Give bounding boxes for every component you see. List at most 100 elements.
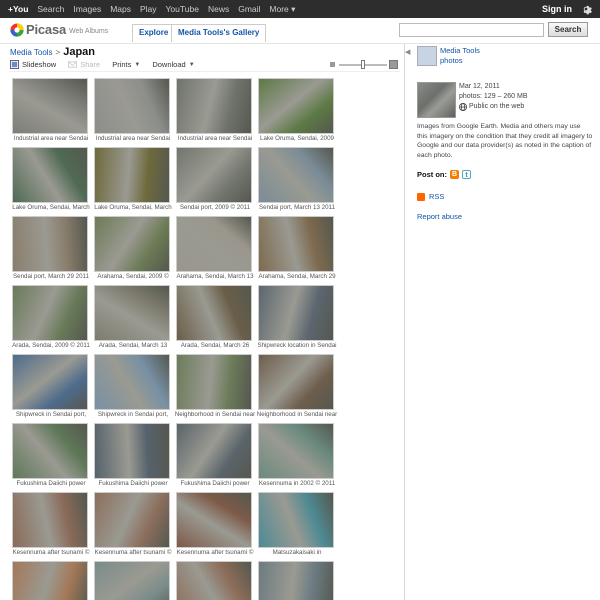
photo-tile[interactable]	[10, 561, 92, 600]
share-button[interactable]: Share	[68, 60, 100, 69]
search-button[interactable]: Search	[548, 22, 588, 37]
photo-thumbnail[interactable]	[94, 561, 170, 600]
photo-tile[interactable]	[174, 561, 256, 600]
photo-thumbnail[interactable]	[12, 147, 88, 203]
photo-thumbnail[interactable]	[12, 423, 88, 479]
photo-tile[interactable]: Arahama, Sendai, 2009 ©	[92, 216, 174, 281]
photo-thumbnail[interactable]	[176, 561, 252, 600]
sidebar-divider	[404, 44, 405, 600]
google-bar-link[interactable]: More ▾	[269, 4, 295, 15]
photo-thumbnail[interactable]	[94, 423, 170, 479]
photo-tile[interactable]	[256, 561, 338, 600]
photo-tile[interactable]: Arada, Sendai, 2009 © 2011	[10, 285, 92, 350]
photo-caption: Sendai port, March 29 2011	[13, 273, 89, 280]
twitter-icon[interactable]: t	[462, 170, 471, 179]
photo-thumbnail[interactable]	[94, 354, 170, 410]
photo-thumbnail[interactable]	[258, 216, 334, 272]
collapse-sidebar-icon[interactable]: ◀	[405, 48, 410, 56]
search-input[interactable]	[399, 23, 544, 37]
thumbnail-size-slider[interactable]	[330, 60, 400, 70]
photo-tile[interactable]: Arahama, Sendai, March 13	[174, 216, 256, 281]
google-bar-link[interactable]: +You	[8, 4, 28, 14]
photo-tile[interactable]: Sendai port, March 29 2011	[10, 216, 92, 281]
photo-thumbnail[interactable]	[94, 285, 170, 341]
photo-tile[interactable]: Arahama, Sendai, March 29	[256, 216, 338, 281]
photo-tile[interactable]: Neighborhood in Sendai near	[256, 354, 338, 419]
photo-tile[interactable]: Shipwreck in Sendai port,	[92, 354, 174, 419]
photo-tile[interactable]: Matsuzakaisaki in	[256, 492, 338, 557]
photo-thumbnail[interactable]	[258, 492, 334, 548]
rss-link[interactable]: RSS	[417, 192, 444, 201]
photo-tile[interactable]: Sendai port, 2009 © 2011	[174, 147, 256, 212]
google-bar-link[interactable]: Maps	[110, 4, 131, 14]
photo-thumbnail[interactable]	[12, 285, 88, 341]
photo-thumbnail[interactable]	[12, 216, 88, 272]
google-bar-link[interactable]: Images	[73, 4, 101, 14]
photo-thumbnail[interactable]	[94, 492, 170, 548]
breadcrumb-parent-link[interactable]: Media Tools	[10, 48, 53, 57]
photo-thumbnail[interactable]	[176, 78, 252, 134]
sign-in-link[interactable]: Sign in	[542, 4, 572, 14]
photo-tile[interactable]	[92, 561, 174, 600]
photo-tile[interactable]: Neighborhood in Sendai near	[174, 354, 256, 419]
small-thumbnail-icon[interactable]	[330, 62, 335, 67]
owner-name-link[interactable]: Media Tools	[440, 46, 480, 56]
photo-thumbnail[interactable]	[176, 147, 252, 203]
photo-thumbnail[interactable]	[12, 354, 88, 410]
photo-thumbnail[interactable]	[176, 423, 252, 479]
photo-tile[interactable]: Industrial area near Sendai	[92, 78, 174, 143]
photo-tile[interactable]: Kesennuma after tsunami ©	[92, 492, 174, 557]
photo-thumbnail[interactable]	[94, 78, 170, 134]
photo-thumbnail[interactable]	[258, 285, 334, 341]
photo-thumbnail[interactable]	[12, 561, 88, 600]
photo-tile[interactable]: Industrial area near Sendai	[10, 78, 92, 143]
prints-menu[interactable]: Prints ▼	[112, 60, 140, 69]
photo-tile[interactable]: Lake Oruma, Sendai, March	[92, 147, 174, 212]
photo-tile[interactable]: Fukushima Daiichi power	[10, 423, 92, 488]
picasa-logo[interactable]: Picasa Web Albums	[10, 22, 108, 37]
photo-thumbnail[interactable]	[176, 492, 252, 548]
photo-thumbnail[interactable]	[176, 216, 252, 272]
photo-tile[interactable]: Fukushima Daiichi power	[174, 423, 256, 488]
google-bar-link[interactable]: Play	[140, 4, 157, 14]
photo-thumbnail[interactable]	[12, 492, 88, 548]
photo-tile[interactable]: Arada, Sendai, March 13	[92, 285, 174, 350]
photo-thumbnail[interactable]	[258, 561, 334, 600]
photo-tile[interactable]: Sendai port, March 13 2011	[256, 147, 338, 212]
google-bar-link[interactable]: Search	[37, 4, 64, 14]
photo-tile[interactable]: Shipwreck location in Sendai	[256, 285, 338, 350]
owner-photos-link[interactable]: photos	[440, 56, 480, 66]
google-bar-link[interactable]: Gmail	[238, 4, 260, 14]
photo-tile[interactable]: Shipwreck in Sendai port,	[10, 354, 92, 419]
google-bar-link[interactable]: News	[208, 4, 229, 14]
large-thumbnail-icon[interactable]	[389, 60, 398, 69]
photo-thumbnail[interactable]	[258, 78, 334, 134]
photo-tile[interactable]: Kesennuma in 2002 © 2011	[256, 423, 338, 488]
album-cover-thumbnail[interactable]	[417, 82, 456, 118]
photo-thumbnail[interactable]	[176, 285, 252, 341]
slideshow-button[interactable]: Slideshow	[10, 60, 56, 69]
photo-thumbnail[interactable]	[12, 78, 88, 134]
photo-thumbnail[interactable]	[258, 423, 334, 479]
photo-thumbnail[interactable]	[94, 147, 170, 203]
slider-handle[interactable]	[361, 60, 365, 69]
photo-tile[interactable]: Kesennuma after tsunami ©	[174, 492, 256, 557]
photo-tile[interactable]: Fukushima Daiichi power	[92, 423, 174, 488]
photo-tile[interactable]: Lake Oruma, Sendai, March	[10, 147, 92, 212]
report-abuse-link[interactable]: Report abuse	[417, 212, 462, 221]
tab-gallery[interactable]: Media Tools's Gallery	[171, 24, 267, 42]
tab-explore[interactable]: Explore	[132, 24, 176, 42]
blogger-icon[interactable]: B	[450, 170, 459, 179]
photo-thumbnail[interactable]	[258, 354, 334, 410]
photo-tile[interactable]: Industrial area near Sendai	[174, 78, 256, 143]
photo-thumbnail[interactable]	[94, 216, 170, 272]
photo-thumbnail[interactable]	[176, 354, 252, 410]
google-bar-link[interactable]: YouTube	[166, 4, 199, 14]
photo-tile[interactable]: Arada, Sendai, March 26	[174, 285, 256, 350]
photo-tile[interactable]: Kesennuma after tsunami ©	[10, 492, 92, 557]
photo-thumbnail[interactable]	[258, 147, 334, 203]
download-menu[interactable]: Download ▼	[152, 60, 194, 69]
avatar[interactable]	[417, 46, 437, 66]
gear-icon[interactable]	[580, 3, 592, 15]
photo-tile[interactable]: Lake Oruma, Sendai, 2009	[256, 78, 338, 143]
